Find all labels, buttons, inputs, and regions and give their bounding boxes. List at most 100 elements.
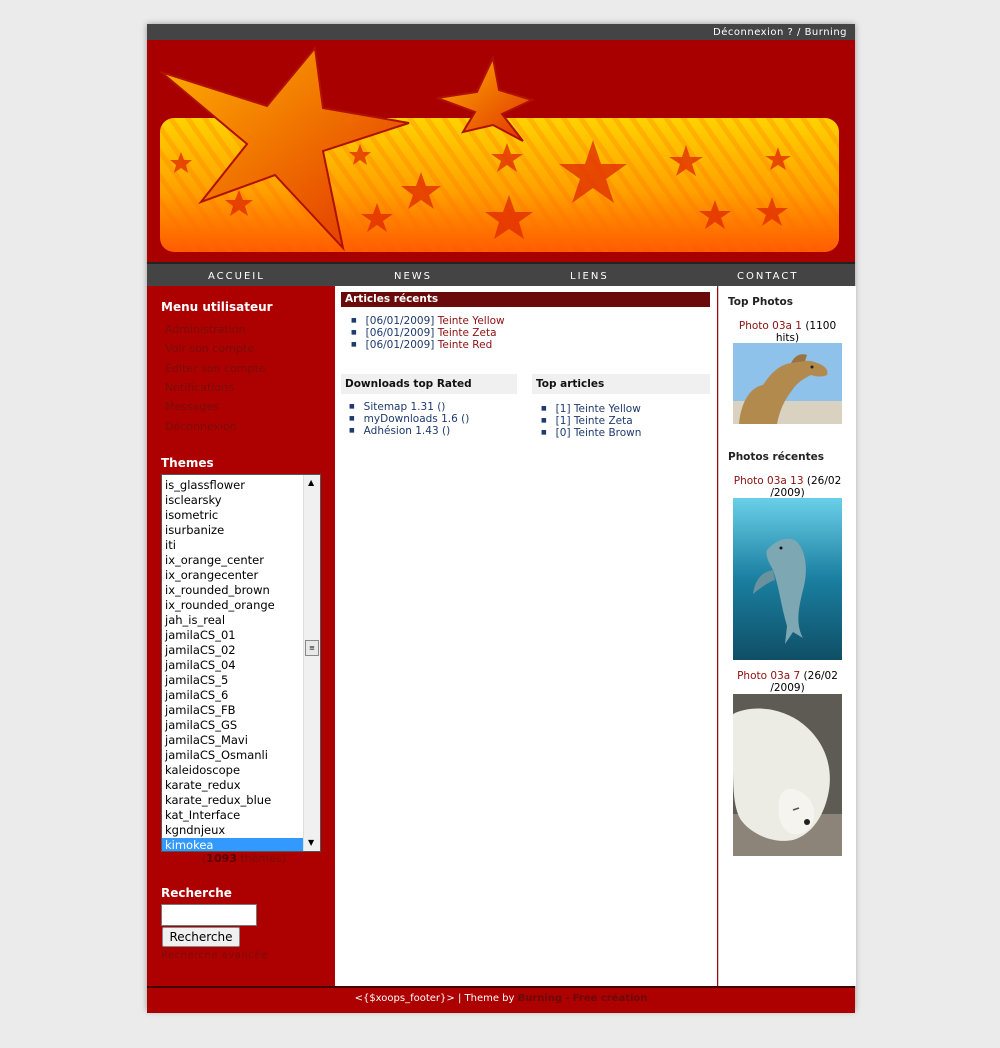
photo-link[interactable]: Photo 03a 7	[737, 670, 800, 682]
article-rank: [1]	[555, 403, 571, 415]
theme-option[interactable]: jamilaCS_04	[162, 658, 320, 673]
theme-option[interactable]: jamilaCS_02	[162, 643, 320, 658]
user-menu-item-edit-account[interactable]: Éditer son compte	[165, 362, 266, 375]
downloads-list: Sitemap 1.31 () myDownloads 1.6 () Adhés…	[349, 401, 470, 437]
theme-option[interactable]: jamilaCS_Mavi	[162, 733, 320, 748]
nav-item-contact[interactable]: CONTACT	[737, 271, 798, 282]
theme-select-list[interactable]: is_glassflower isclearsky isometric isurban…	[161, 474, 321, 852]
scroll-thumb[interactable]: ≡	[305, 640, 319, 656]
user-menu-item-admin[interactable]: Administration	[165, 323, 246, 336]
user-menu-title: Menu utilisateur	[161, 300, 273, 314]
nav-item-home[interactable]: ACCUEIL	[208, 271, 265, 282]
theme-option[interactable]: jamilaCS_GS	[162, 718, 320, 733]
theme-option[interactable]: kimokea	[162, 838, 320, 851]
theme-option[interactable]: karate_redux_blue	[162, 793, 320, 808]
list-item[interactable]: [06/01/2009] Teinte Red	[351, 339, 505, 351]
theme-count: (1093 thèmes)	[202, 852, 286, 865]
user-menu-item-messages[interactable]: Messages	[165, 400, 219, 413]
user-links: Déconnexion ? / Burning	[713, 27, 847, 38]
article-link[interactable]: Teinte Yellow	[574, 403, 641, 415]
recent-articles-title: Articles récents	[341, 292, 710, 307]
theme-list-scrollbar[interactable]: ▲ ≡ ▼	[303, 475, 320, 851]
theme-option[interactable]: jamilaCS_01	[162, 628, 320, 643]
theme-option[interactable]: ix_rounded_brown	[162, 583, 320, 598]
header-banner	[147, 40, 855, 262]
polar-bear-photo[interactable]	[733, 694, 842, 856]
recent-articles-list: [06/01/2009] Teinte Yellow [06/01/2009] …	[351, 315, 505, 351]
camel-photo[interactable]	[733, 343, 842, 424]
article-link[interactable]: Teinte Zeta	[574, 415, 633, 427]
left-sidebar: Menu utilisateur Administration Voir son…	[147, 286, 335, 986]
page-container: Déconnexion ? / Burning ACCUEIL NEWS LIE…	[147, 24, 856, 1013]
theme-option[interactable]: ix_orangecenter	[162, 568, 320, 583]
list-item[interactable]: Adhésion 1.43 ()	[349, 425, 469, 437]
photo-caption: Photo 03a 1 (1100 hits)	[719, 320, 856, 344]
search-button[interactable]: Recherche	[162, 927, 240, 947]
nav-item-links[interactable]: LIENS	[570, 271, 609, 282]
dolphin-photo[interactable]	[733, 498, 842, 660]
recent-photos-title: Photos récentes	[728, 451, 825, 463]
nav-item-news[interactable]: NEWS	[394, 271, 432, 282]
article-rank: [1]	[555, 415, 571, 427]
list-item[interactable]: [0] Teinte Brown	[541, 427, 642, 439]
search-input[interactable]	[161, 904, 257, 926]
list-item[interactable]: [06/01/2009] Teinte Yellow	[351, 315, 505, 327]
themes-title: Themes	[161, 456, 214, 470]
theme-option[interactable]: isometric	[162, 508, 320, 523]
article-date: [06/01/2009]	[365, 339, 435, 351]
username-link[interactable]: Burning	[805, 27, 847, 38]
advanced-search-link[interactable]: Recherche avancée	[161, 950, 268, 961]
user-menu-item-notifications[interactable]: Notifications	[165, 381, 234, 394]
scroll-down-icon[interactable]: ▼	[308, 838, 314, 847]
theme-count-number: 1093	[206, 852, 237, 865]
theme-option[interactable]: isclearsky	[162, 493, 320, 508]
theme-option[interactable]: ix_orange_center	[162, 553, 320, 568]
photo-meta-line2: /2009)	[770, 682, 805, 694]
logout-link[interactable]: Déconnexion ?	[713, 27, 793, 38]
theme-option[interactable]: jamilaCS_Osmanli	[162, 748, 320, 763]
user-menu-item-logout[interactable]: Déconnexion	[165, 420, 237, 433]
theme-option[interactable]: iti	[162, 538, 320, 553]
scroll-up-icon[interactable]: ▲	[308, 478, 314, 487]
search-title: Recherche	[161, 886, 232, 900]
top-photos-title: Top Photos	[728, 296, 794, 308]
article-link[interactable]: Teinte Red	[438, 339, 493, 351]
list-item[interactable]: [1] Teinte Yellow	[541, 403, 641, 415]
article-link[interactable]: Teinte Yellow	[438, 315, 505, 327]
theme-option[interactable]: karate_redux	[162, 778, 320, 793]
user-menu-item-view-account[interactable]: Voir son compte	[165, 342, 254, 355]
theme-option[interactable]: is_glassflower	[162, 478, 320, 493]
list-item[interactable]: myDownloads 1.6 ()	[349, 413, 470, 425]
photo-link[interactable]: Photo 03a 1	[739, 320, 802, 332]
article-date: [06/01/2009]	[365, 315, 435, 327]
footer-author-link[interactable]: Burning	[518, 993, 563, 1004]
photo-meta-line1: (1100	[805, 320, 837, 332]
list-item[interactable]: Sitemap 1.31 ()	[349, 401, 469, 413]
footer: <{$xoops_footer}> | Theme by Burning - F…	[147, 986, 855, 1013]
photo-caption: Photo 03a 13 (26/02 /2009)	[719, 475, 856, 499]
theme-option[interactable]: ix_rounded_orange	[162, 598, 320, 613]
theme-option[interactable]: kaleidoscope	[162, 763, 320, 778]
theme-option[interactable]: jamilaCS_6	[162, 688, 320, 703]
list-item[interactable]: [06/01/2009] Teinte Zeta	[351, 327, 505, 339]
article-rank: [0]	[555, 427, 571, 439]
theme-option[interactable]: kat_Interface	[162, 808, 320, 823]
list-item[interactable]: [1] Teinte Zeta	[541, 415, 641, 427]
theme-option[interactable]: kgndnjeux	[162, 823, 320, 838]
photo-link[interactable]: Photo 03a 13	[734, 475, 804, 487]
theme-option[interactable]: isurbanize	[162, 523, 320, 538]
top-articles-title: Top articles	[532, 374, 710, 394]
main-navigation: ACCUEIL NEWS LIENS CONTACT	[147, 262, 855, 288]
top-articles-list: [1] Teinte Yellow [1] Teinte Zeta [0] Te…	[541, 403, 642, 439]
theme-options: is_glassflower isclearsky isometric isurban…	[162, 478, 320, 851]
top-bar: Déconnexion ? / Burning	[147, 24, 855, 40]
theme-count-label: thèmes)	[240, 852, 286, 865]
footer-separator: -	[565, 993, 570, 1004]
footer-site-link[interactable]: Free création	[573, 993, 648, 1004]
article-link[interactable]: Teinte Zeta	[438, 327, 497, 339]
theme-option[interactable]: jah_is_real	[162, 613, 320, 628]
downloads-title: Downloads top Rated	[341, 374, 517, 394]
article-link[interactable]: Teinte Brown	[574, 427, 642, 439]
theme-option[interactable]: jamilaCS_5	[162, 673, 320, 688]
theme-option[interactable]: jamilaCS_FB	[162, 703, 320, 718]
